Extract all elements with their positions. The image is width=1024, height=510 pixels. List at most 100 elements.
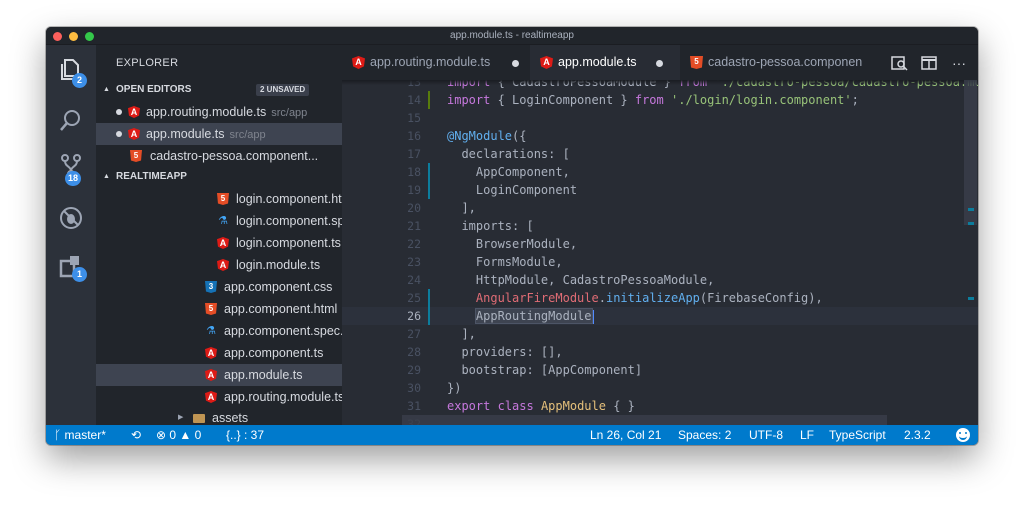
code-line[interactable]: 22 BrowserModule, <box>342 235 978 253</box>
gutter-modified-marker[interactable] <box>428 307 430 325</box>
file-tree-item[interactable]: ⚗ app.component.spec.ts <box>96 320 342 342</box>
code-line[interactable]: 29 bootstrap: [AppComponent] <box>342 361 978 379</box>
code-line[interactable]: 23 FormsModule, <box>342 253 978 271</box>
tab-cadastro-pessoa-component[interactable]: 5 cadastro-pessoa.componen <box>680 45 880 80</box>
code-token: from <box>634 93 664 107</box>
file-tree-item[interactable]: A app.module.ts <box>96 364 342 386</box>
open-editor-item[interactable]: A app.routing.module.ts src/app <box>96 101 342 123</box>
open-preview-icon[interactable] <box>890 54 908 72</box>
test-file-icon: ⚗ <box>206 325 216 337</box>
code-line[interactable]: 17 declarations: [ <box>342 145 978 163</box>
unsaved-dot-icon[interactable] <box>116 131 122 137</box>
line-source: declarations: [ <box>447 145 569 163</box>
window-title: app.module.ts - realtimeapp <box>450 30 574 41</box>
line-number: 17 <box>407 147 421 161</box>
line-source: }) <box>447 379 461 397</box>
horizontal-scrollbar[interactable] <box>402 415 887 425</box>
search-icon[interactable] <box>58 107 84 133</box>
ellipsis-icon[interactable]: ··· <box>950 54 968 72</box>
feedback-smiley-icon[interactable] <box>956 428 970 442</box>
code-line[interactable]: 26 AppRoutingModule <box>342 307 978 325</box>
status-bar: ᚴ master* ⟲ ⊗ 0 ▲ 0 {..} : 37 Ln 26, Col… <box>46 425 978 445</box>
file-tree-item[interactable]: A login.module.ts <box>96 254 342 276</box>
html-file-icon: 5 <box>205 303 217 315</box>
language-mode[interactable]: TypeScript <box>829 425 886 445</box>
code-line[interactable]: 20 ], <box>342 199 978 217</box>
code-line[interactable]: 24 HttpModule, CadastroPessoaModule, <box>342 271 978 289</box>
sync-icon[interactable]: ⟲ <box>131 425 141 445</box>
file-tree-item[interactable]: A app.routing.module.ts <box>96 386 342 408</box>
code-line[interactable]: 19 LoginComponent <box>342 181 978 199</box>
encoding[interactable]: UTF-8 <box>749 425 783 445</box>
code-line[interactable]: 25 AngularFireModule.initializeApp(Fireb… <box>342 289 978 307</box>
code-editor[interactable]: 13import { CadastroPessoaModule } from '… <box>342 80 978 425</box>
line-number: 16 <box>407 129 421 143</box>
code-line[interactable]: 30}) <box>342 379 978 397</box>
unsaved-dot-icon[interactable] <box>656 60 663 67</box>
unsaved-dot-icon[interactable] <box>116 109 122 115</box>
code-line[interactable]: 21 imports: [ <box>342 217 978 235</box>
extensions-badge: 1 <box>72 267 87 282</box>
gutter-added-marker[interactable] <box>428 91 430 109</box>
open-editor-item[interactable]: 5 cadastro-pessoa.component... <box>96 145 342 167</box>
vertical-scrollbar[interactable] <box>964 80 977 225</box>
unsaved-dot-icon[interactable] <box>512 60 519 67</box>
html-file-icon: 5 <box>217 193 229 205</box>
open-editors-label: OPEN EDITORS <box>116 84 192 95</box>
code-line[interactable]: 28 providers: [], <box>342 343 978 361</box>
source-control-badge: 18 <box>65 171 82 186</box>
line-number: 19 <box>407 183 421 197</box>
typescript-version[interactable]: 2.3.2 <box>904 425 931 445</box>
file-tree-item[interactable]: 5 app.component.html <box>96 298 342 320</box>
folder-tree-item[interactable]: ▶ assets <box>96 407 342 425</box>
code-line[interactable]: 16 @NgModule({ <box>342 127 978 145</box>
angular-file-icon: A <box>205 369 217 381</box>
file-name: login.component.ts <box>236 236 341 250</box>
code-line[interactable]: 15 <box>342 109 978 127</box>
line-source: FormsModule, <box>447 253 563 271</box>
line-number: 22 <box>407 237 421 251</box>
file-tree-item[interactable]: 5 login.component.html <box>96 188 342 210</box>
angular-file-icon: A <box>128 128 140 140</box>
problems-indicator[interactable]: ⊗ 0 ▲ 0 <box>156 425 201 445</box>
no-bug-icon[interactable] <box>58 205 84 231</box>
code-token: }) <box>447 381 462 395</box>
line-number: 28 <box>407 345 421 359</box>
line-source: imports: [ <box>447 217 533 235</box>
symbol-info[interactable]: {..} : 37 <box>226 425 264 445</box>
file-tree-item[interactable]: 3 app.component.css <box>96 276 342 298</box>
line-number: 15 <box>407 111 421 125</box>
code-token: class <box>497 399 534 413</box>
file-name: app.component.html <box>224 302 338 316</box>
end-of-line[interactable]: LF <box>800 425 814 445</box>
cursor-position[interactable]: Ln 26, Col 21 <box>590 425 661 445</box>
branch-indicator[interactable]: ᚴ master* <box>54 425 106 445</box>
line-number: 30 <box>407 381 421 395</box>
file-tree-item[interactable]: A login.component.ts <box>96 232 342 254</box>
code-token: './login/login.component' <box>671 93 852 107</box>
chevron-right-icon: ▶ <box>178 414 184 421</box>
file-tree-item[interactable]: ⚗ login.component.spec.... <box>96 210 342 232</box>
gutter-modified-marker[interactable] <box>428 163 430 181</box>
indentation[interactable]: Spaces: 2 <box>678 425 731 445</box>
tab-app-routing-module[interactable]: A app.routing.module.ts <box>342 45 530 80</box>
code-token: import <box>447 93 491 107</box>
code-line[interactable]: 27 ], <box>342 325 978 343</box>
overview-ruler-mark <box>968 208 974 211</box>
code-line[interactable]: 14 import { LoginComponent } from './logi… <box>342 91 978 109</box>
code-line[interactable]: 18 AppComponent, <box>342 163 978 181</box>
open-editors-header[interactable]: ▲ OPEN EDITORS 2 UNSAVED <box>96 81 342 99</box>
file-tree-item[interactable]: A app.component.ts <box>96 342 342 364</box>
open-editor-item[interactable]: A app.module.ts src/app <box>96 123 342 145</box>
gutter-modified-marker[interactable] <box>428 181 430 199</box>
editor-scroll-shadow <box>342 80 978 85</box>
gutter-modified-marker[interactable] <box>428 289 430 307</box>
branch-name: master* <box>64 428 106 442</box>
tab-app-module[interactable]: A app.module.ts <box>530 45 680 80</box>
file-name: app.component.css <box>224 280 333 294</box>
code-line[interactable]: 31 export class AppModule { } <box>342 397 978 415</box>
split-editor-icon[interactable] <box>920 54 938 72</box>
editor-group: A app.routing.module.ts A app.module.ts … <box>342 45 978 425</box>
project-folder-header[interactable]: ▲ REALTIMEAPP <box>96 168 342 186</box>
